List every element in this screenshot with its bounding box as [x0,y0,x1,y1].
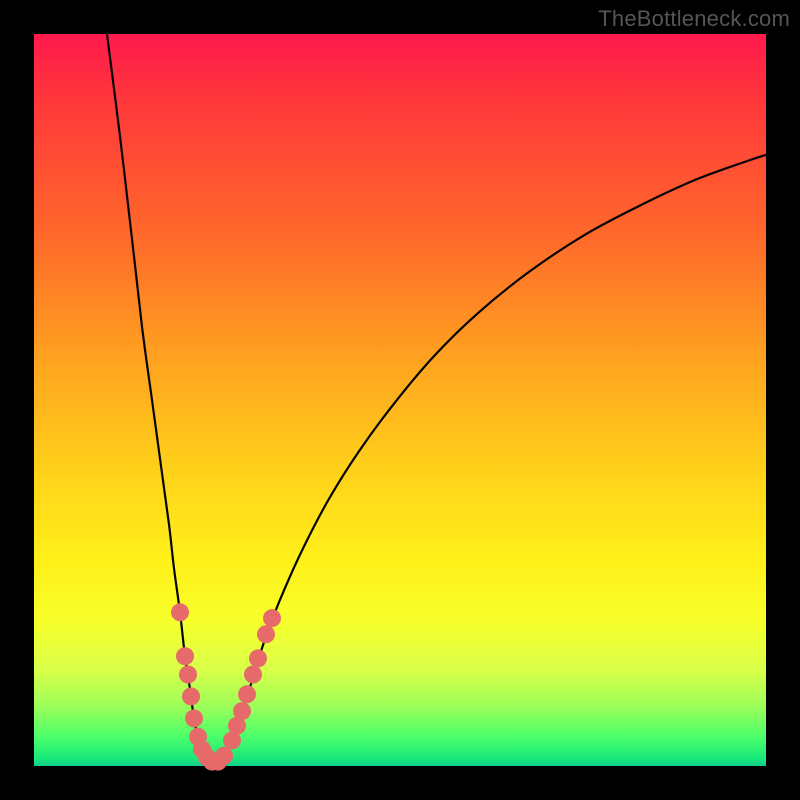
plot-area [34,34,766,766]
watermark-text: TheBottleneck.com [598,6,790,32]
data-marker [179,666,197,684]
data-marker [233,702,251,720]
data-marker [257,625,275,643]
data-marker [238,685,256,703]
data-marker [171,603,189,621]
data-marker [263,609,281,627]
data-markers [171,603,281,770]
outer-frame: TheBottleneck.com [0,0,800,800]
data-marker [215,747,233,765]
data-marker [182,687,200,705]
data-marker [176,647,194,665]
bottleneck-curve [107,34,766,762]
data-marker [244,666,262,684]
data-marker [185,709,203,727]
data-marker [249,649,267,667]
chart-svg [34,34,766,766]
